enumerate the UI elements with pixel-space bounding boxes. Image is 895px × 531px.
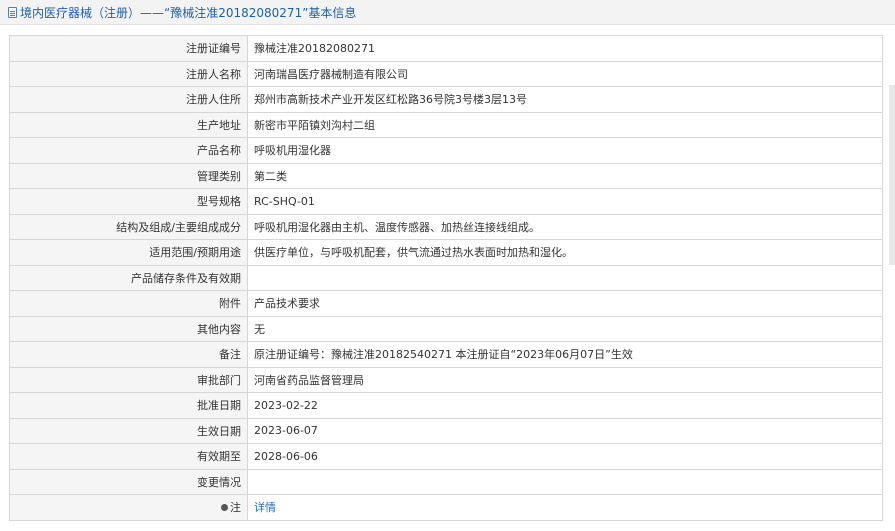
table-row: 结构及组成/主要组成成分 呼吸机用湿化器由主机、温度传感器、加热丝连接线组成。 xyxy=(9,213,883,240)
table-row: 产品名称 呼吸机用湿化器 xyxy=(9,137,883,164)
row-value: 产品技术要求 xyxy=(247,290,883,317)
row-label: 备注 xyxy=(9,341,248,368)
detail-table-container: 注册证编号 豫械注准20182080271 注册人名称 河南瑞昌医疗器械制造有限… xyxy=(9,35,883,521)
row-label: 管理类别 xyxy=(9,162,248,189)
row-label: 变更情况 xyxy=(9,468,248,495)
row-value: 2028-06-06 xyxy=(247,443,883,470)
row-value: 河南瑞昌医疗器械制造有限公司 xyxy=(247,60,883,87)
table-row: 生效日期 2023-06-07 xyxy=(9,417,883,444)
table-row: 有效期至 2028-06-06 xyxy=(9,443,883,470)
page-title: 境内医疗器械（注册）——“豫械注准20182080271”基本信息 xyxy=(20,5,357,20)
note-value-cell: 详情 xyxy=(247,494,883,521)
row-label: 注册证编号 xyxy=(9,35,248,62)
row-label: 其他内容 xyxy=(9,315,248,342)
row-label: 适用范围/预期用途 xyxy=(9,239,248,266)
table-row: 备注 原注册证编号：豫械注准20182540271 本注册证自“2023年06月… xyxy=(9,341,883,368)
note-label: 注 xyxy=(230,501,241,515)
table-row: 生产地址 新密市平陌镇刘沟村二组 xyxy=(9,111,883,138)
scrollbar[interactable] xyxy=(889,85,895,265)
row-value xyxy=(247,468,883,495)
row-value xyxy=(247,264,883,291)
row-label: 产品名称 xyxy=(9,137,248,164)
details-link[interactable]: 详情 xyxy=(254,501,276,514)
row-value: 供医疗单位，与呼吸机配套，供气流通过热水表面时加热和湿化。 xyxy=(247,239,883,266)
table-row: 注册人住所 郑州市高新技术产业开发区红松路36号院3号楼3层13号 xyxy=(9,86,883,113)
row-value: 豫械注准20182080271 xyxy=(247,35,883,62)
row-label: 审批部门 xyxy=(9,366,248,393)
note-label-cell: 注 xyxy=(9,494,248,521)
table-row: 注册证编号 豫械注准20182080271 xyxy=(9,35,883,62)
table-row: 适用范围/预期用途 供医疗单位，与呼吸机配套，供气流通过热水表面时加热和湿化。 xyxy=(9,239,883,266)
row-value: 新密市平陌镇刘沟村二组 xyxy=(247,111,883,138)
row-label: 注册人名称 xyxy=(9,60,248,87)
row-label: 注册人住所 xyxy=(9,86,248,113)
table-row: 管理类别 第二类 xyxy=(9,162,883,189)
pin-icon xyxy=(221,503,228,511)
row-value: 2023-06-07 xyxy=(247,417,883,444)
row-value: 无 xyxy=(247,315,883,342)
row-label: 附件 xyxy=(9,290,248,317)
row-label: 型号规格 xyxy=(9,188,248,215)
row-value: 呼吸机用湿化器 xyxy=(247,137,883,164)
row-value: 河南省药品监督管理局 xyxy=(247,366,883,393)
document-icon xyxy=(8,6,17,18)
row-label: 产品储存条件及有效期 xyxy=(9,264,248,291)
row-value: 2023-02-22 xyxy=(247,392,883,419)
detail-table: 注册证编号 豫械注准20182080271 注册人名称 河南瑞昌医疗器械制造有限… xyxy=(9,35,883,521)
page: 境内医疗器械（注册）——“豫械注准20182080271”基本信息 注册证编号 … xyxy=(0,0,895,531)
row-label: 结构及组成/主要组成成分 xyxy=(9,213,248,240)
table-row: 其他内容 无 xyxy=(9,315,883,342)
table-row: 批准日期 2023-02-22 xyxy=(9,392,883,419)
row-value: RC-SHQ-01 xyxy=(247,188,883,215)
row-value: 原注册证编号：豫械注准20182540271 本注册证自“2023年06月07日… xyxy=(247,341,883,368)
note-row: 注 详情 xyxy=(9,494,883,521)
row-label: 生产地址 xyxy=(9,111,248,138)
table-row: 产品储存条件及有效期 xyxy=(9,264,883,291)
table-row: 型号规格 RC-SHQ-01 xyxy=(9,188,883,215)
table-row: 附件 产品技术要求 xyxy=(9,290,883,317)
row-value: 郑州市高新技术产业开发区红松路36号院3号楼3层13号 xyxy=(247,86,883,113)
title-bar: 境内医疗器械（注册）——“豫械注准20182080271”基本信息 xyxy=(0,0,895,25)
table-row: 变更情况 xyxy=(9,468,883,495)
table-row: 注册人名称 河南瑞昌医疗器械制造有限公司 xyxy=(9,60,883,87)
row-value: 第二类 xyxy=(247,162,883,189)
table-row: 审批部门 河南省药品监督管理局 xyxy=(9,366,883,393)
row-value: 呼吸机用湿化器由主机、温度传感器、加热丝连接线组成。 xyxy=(247,213,883,240)
row-label: 生效日期 xyxy=(9,417,248,444)
row-label: 有效期至 xyxy=(9,443,248,470)
row-label: 批准日期 xyxy=(9,392,248,419)
